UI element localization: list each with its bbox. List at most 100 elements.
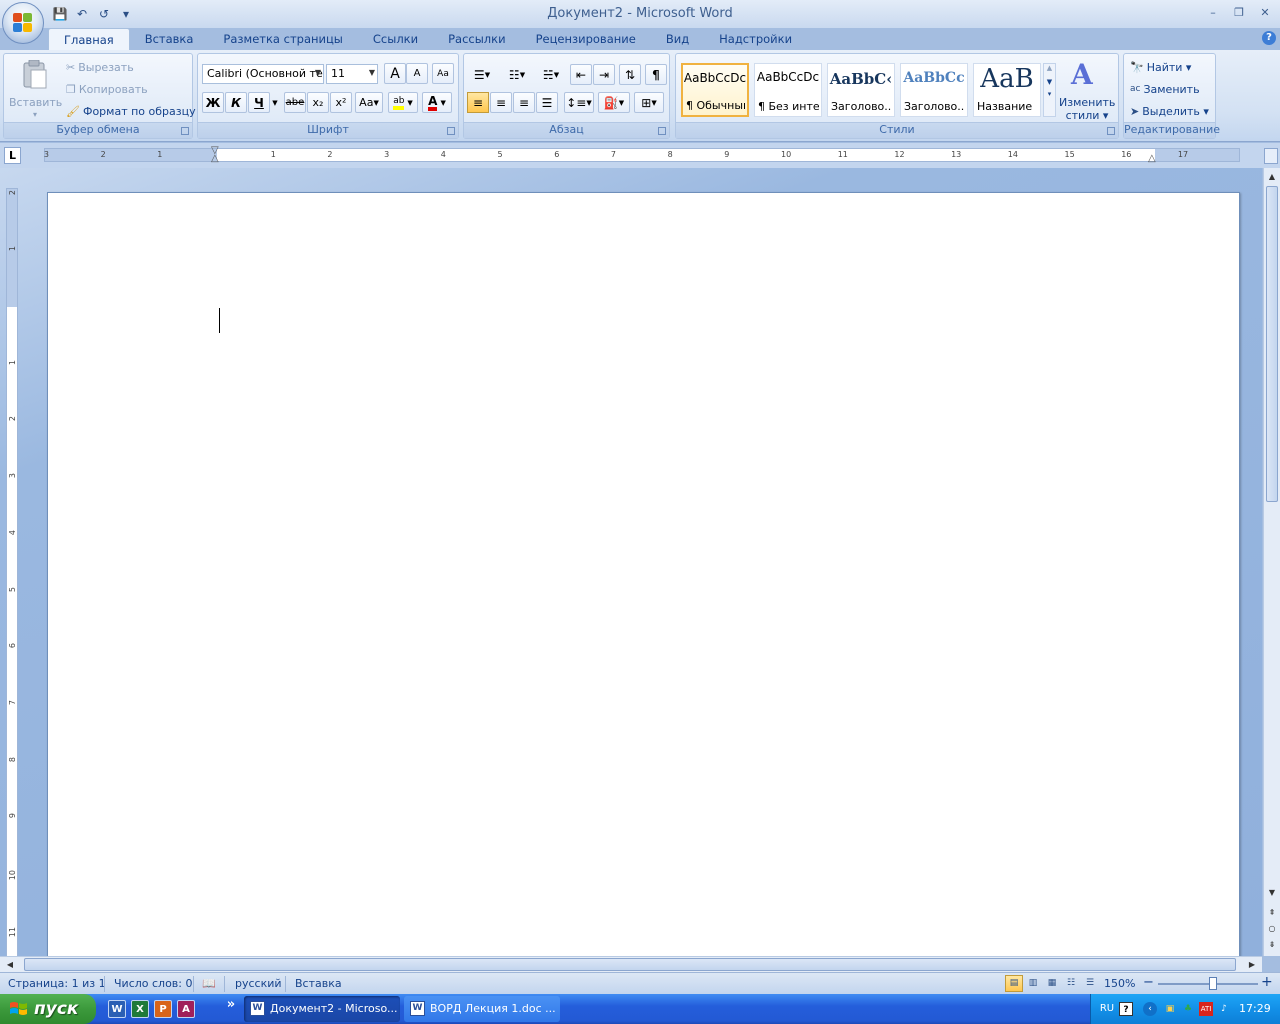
volume-tray-icon[interactable]: ♪ — [1217, 1002, 1231, 1016]
zoom-level[interactable]: 150% — [1104, 977, 1135, 990]
style-no-spacing[interactable]: AaBbCcDc ¶ Без инте... — [754, 63, 822, 117]
start-button[interactable]: пуск — [0, 994, 96, 1024]
change-case-button[interactable]: Aa ▼ — [355, 92, 383, 113]
office-button[interactable] — [2, 2, 44, 44]
font-color-button[interactable]: A ▼ — [422, 92, 452, 113]
bold-button[interactable]: Ж — [202, 92, 224, 113]
right-indent-marker-icon[interactable]: △ — [1148, 153, 1156, 164]
style-heading-1[interactable]: AaBbC‹ Заголово... — [827, 63, 895, 117]
grow-font-button[interactable]: A — [384, 63, 406, 84]
ati-tray-icon[interactable]: ATI — [1199, 1002, 1213, 1016]
font-size-combo[interactable]: 11 ▼ — [326, 64, 378, 84]
taskbar-item-document2[interactable]: W Документ2 - Microso... — [244, 996, 400, 1022]
vertical-scroll-thumb[interactable] — [1266, 186, 1278, 502]
vertical-scrollbar[interactable]: ▲ ▼ ⇞ ○ ⇟ — [1263, 168, 1280, 956]
scroll-right-icon[interactable]: ▶ — [1245, 958, 1259, 972]
decrease-indent-button[interactable]: ⇤ — [570, 64, 592, 85]
numbering-button[interactable]: ☷ ▼ — [502, 64, 532, 85]
tab-selector-button[interactable]: L — [4, 147, 21, 164]
tray-collapse-icon[interactable]: ‹ — [1143, 1002, 1157, 1016]
language-indicator[interactable]: RU — [1097, 1002, 1117, 1016]
bullets-button[interactable]: ☰ ▼ — [467, 64, 497, 85]
format-painter-button[interactable]: 🖌 Формат по образцу — [66, 101, 196, 121]
tab-references[interactable]: Ссылки — [358, 28, 433, 50]
strikethrough-button[interactable]: abe — [284, 92, 306, 113]
proofing-icon[interactable]: 📖 — [202, 977, 216, 990]
insert-mode-status[interactable]: Вставка — [295, 977, 342, 990]
zoom-out-icon[interactable]: − — [1143, 975, 1154, 990]
clipboard-dialog-launcher-icon[interactable] — [181, 127, 189, 135]
change-styles-button[interactable]: A Изменить стили ▾ — [1059, 58, 1115, 122]
copy-button[interactable]: ❐ Копировать — [66, 79, 148, 99]
tab-insert[interactable]: Вставка — [130, 28, 209, 50]
tab-addins[interactable]: Надстройки — [704, 28, 807, 50]
italic-button[interactable]: К — [225, 92, 247, 113]
help-tray-icon[interactable]: ? — [1119, 1002, 1133, 1016]
zoom-slider-thumb[interactable] — [1209, 977, 1217, 990]
shading-button[interactable]: ⛽ ▼ — [598, 92, 630, 113]
taskbar-item-lecture[interactable]: W ВОРД Лекция 1.doc ... — [404, 996, 560, 1022]
draft-view-icon[interactable]: ☰ — [1081, 975, 1099, 992]
shrink-font-button[interactable]: A — [406, 63, 428, 84]
restore-button[interactable]: ❐ — [1230, 5, 1248, 21]
minimize-button[interactable]: – — [1204, 5, 1222, 21]
font-name-combo[interactable]: Calibri (Основной те ▼ — [202, 64, 324, 84]
tab-home[interactable]: Главная — [48, 28, 130, 50]
superscript-button[interactable]: x² — [330, 92, 352, 113]
style-heading-2[interactable]: AaBbCc Заголово... — [900, 63, 968, 117]
full-screen-reading-view-icon[interactable]: ▥ — [1024, 975, 1042, 992]
clear-formatting-button[interactable]: Aa — [432, 63, 454, 84]
tab-view[interactable]: Вид — [651, 28, 704, 50]
vertical-ruler[interactable]: 2 1 1 2 3 4 5 6 7 8 9 10 11 — [6, 188, 18, 956]
cut-button[interactable]: ✂ Вырезать — [66, 57, 134, 77]
horizontal-ruler[interactable]: 3 2 1 1 2 3 4 5 6 7 8 9 10 11 12 13 14 15 16 17 ▽ △ △ — [44, 145, 1240, 164]
scroll-up-icon[interactable]: ▲ — [1265, 170, 1279, 184]
font-dialog-launcher-icon[interactable] — [447, 127, 455, 135]
style-title[interactable]: AaB Название — [973, 63, 1041, 117]
horizontal-scroll-thumb[interactable] — [24, 958, 1236, 971]
tab-review[interactable]: Рецензирование — [521, 28, 651, 50]
excel-quicklaunch-icon[interactable]: X — [131, 1000, 149, 1018]
subscript-button[interactable]: x₂ — [307, 92, 329, 113]
print-layout-view-icon[interactable]: ▤ — [1005, 975, 1023, 992]
style-normal[interactable]: AaBbCcDc ¶ Обычный — [681, 63, 749, 117]
network-tray-icon[interactable]: ▣ — [1163, 1002, 1177, 1016]
paragraph-dialog-launcher-icon[interactable] — [658, 127, 666, 135]
show-formatting-button[interactable]: ¶ — [645, 64, 667, 85]
tab-page-layout[interactable]: Разметка страницы — [208, 28, 357, 50]
horizontal-scrollbar[interactable]: ◀ ▶ — [0, 956, 1262, 972]
styles-dialog-launcher-icon[interactable] — [1107, 127, 1115, 135]
underline-button[interactable]: Ч — [248, 92, 270, 113]
previous-page-icon[interactable]: ⇞ — [1265, 906, 1279, 920]
help-icon[interactable]: ? — [1262, 31, 1276, 45]
word-quicklaunch-icon[interactable]: W — [108, 1000, 126, 1018]
document-page[interactable] — [47, 192, 1240, 956]
view-ruler-toggle-icon[interactable] — [1264, 148, 1278, 164]
powerpoint-quicklaunch-icon[interactable]: P — [154, 1000, 172, 1018]
zoom-slider[interactable] — [1158, 983, 1258, 985]
justify-button[interactable]: ☰ — [536, 92, 558, 113]
close-button[interactable]: ✕ — [1256, 5, 1274, 21]
find-button[interactable]: 🔭 Найти ▾ — [1130, 57, 1191, 77]
align-center-button[interactable]: ≡ — [490, 92, 512, 113]
access-quicklaunch-icon[interactable]: A — [177, 1000, 195, 1018]
increase-indent-button[interactable]: ⇥ — [593, 64, 615, 85]
multilevel-list-button[interactable]: ☵ ▼ — [536, 64, 566, 85]
align-right-button[interactable]: ≡ — [513, 92, 535, 113]
web-layout-view-icon[interactable]: ▦ — [1043, 975, 1061, 992]
next-page-icon[interactable]: ⇟ — [1265, 938, 1279, 952]
zoom-in-icon[interactable]: + — [1261, 974, 1273, 990]
replace-button[interactable]: ac Заменить — [1130, 79, 1200, 99]
left-indent-marker-icon[interactable]: △ — [211, 153, 219, 164]
word-count-status[interactable]: Число слов: 0 — [114, 977, 193, 990]
security-tray-icon[interactable]: ♣ — [1181, 1002, 1195, 1016]
line-spacing-button[interactable]: ↕≡ ▼ — [564, 92, 594, 113]
paste-button[interactable]: Вставить ▾ — [9, 58, 62, 120]
quicklaunch-more-icon[interactable]: » — [222, 996, 240, 1014]
page-count-status[interactable]: Страница: 1 из 1 — [8, 977, 106, 990]
borders-button[interactable]: ⊞ ▼ — [634, 92, 664, 113]
styles-gallery-scroll[interactable]: ▲ ▼ ▾ — [1043, 63, 1056, 117]
browse-object-icon[interactable]: ○ — [1265, 922, 1279, 936]
scroll-left-icon[interactable]: ◀ — [3, 958, 17, 972]
select-button[interactable]: ➤ Выделить ▾ — [1130, 101, 1209, 121]
